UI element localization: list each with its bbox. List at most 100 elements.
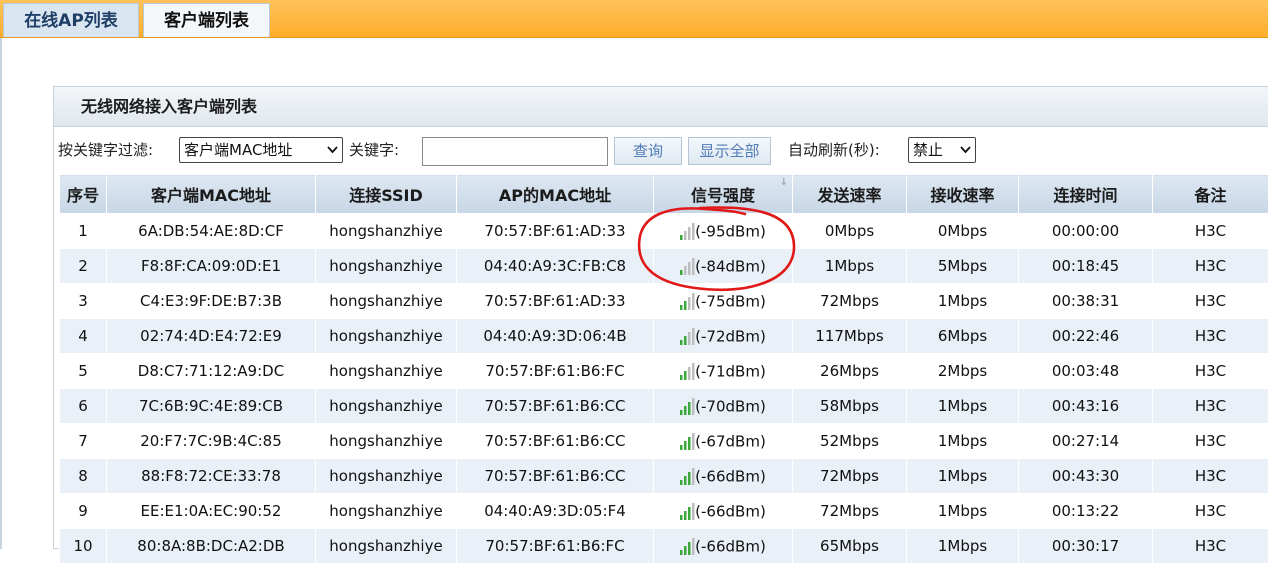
cell-ssid: hongshanzhiye xyxy=(316,354,457,389)
col-header-rx-rate[interactable]: 接收速率 xyxy=(907,175,1019,214)
cell-signal: (-66dBm) xyxy=(654,529,793,564)
cell-signal: (-67dBm) xyxy=(654,424,793,459)
cell-note: H3C xyxy=(1153,389,1268,424)
cell-note: H3C xyxy=(1153,354,1268,389)
tab-bar: 在线AP列表 客户端列表 xyxy=(0,0,1268,38)
cell-tx-rate: 65Mbps xyxy=(793,529,907,564)
cell-no: 10 xyxy=(60,529,107,564)
table-row[interactable]: 3C4:E3:9F:DE:B7:3Bhongshanzhiye70:57:BF:… xyxy=(60,284,1268,319)
col-header-ssid[interactable]: 连接SSID xyxy=(316,175,457,214)
col-header-ap-mac[interactable]: AP的MAC地址 xyxy=(457,175,654,214)
cell-ap-mac: 70:57:BF:61:B6:CC xyxy=(457,389,654,424)
col-header-client-mac[interactable]: 客户端MAC地址 xyxy=(107,175,316,214)
cell-no: 6 xyxy=(60,389,107,424)
cell-connect-time: 00:03:48 xyxy=(1019,354,1153,389)
auto-refresh-select[interactable]: 禁止 xyxy=(908,137,976,163)
cell-ssid: hongshanzhiye xyxy=(316,319,457,354)
cell-connect-time: 00:22:46 xyxy=(1019,319,1153,354)
cell-ssid: hongshanzhiye xyxy=(316,214,457,249)
cell-connect-time: 00:18:45 xyxy=(1019,249,1153,284)
keyword-label: 关键字: xyxy=(349,139,399,160)
col-header-signal[interactable]: 信号强度 ↓ xyxy=(654,175,793,214)
sort-arrow-icon[interactable]: ↓ xyxy=(780,177,788,188)
cell-signal: (-75dBm) xyxy=(654,284,793,319)
cell-client-mac: 80:8A:8B:DC:A2:DB xyxy=(107,529,316,564)
cell-ssid: hongshanzhiye xyxy=(316,284,457,319)
cell-client-mac: D8:C7:71:12:A9:DC xyxy=(107,354,316,389)
auto-refresh-label: 自动刷新(秒): xyxy=(788,139,880,160)
cell-tx-rate: 72Mbps xyxy=(793,284,907,319)
cell-rx-rate: 2Mbps xyxy=(907,354,1019,389)
cell-rx-rate: 1Mbps xyxy=(907,494,1019,529)
cell-tx-rate: 72Mbps xyxy=(793,459,907,494)
cell-rx-rate: 1Mbps xyxy=(907,529,1019,564)
cell-no: 5 xyxy=(60,354,107,389)
filter-label: 按关键字过滤: xyxy=(58,139,153,160)
col-header-connect-time[interactable]: 连接时间 xyxy=(1019,175,1153,214)
cell-signal: (-66dBm) xyxy=(654,459,793,494)
table-row[interactable]: 888:F8:72:CE:33:78hongshanzhiye70:57:BF:… xyxy=(60,459,1268,494)
cell-no: 2 xyxy=(60,249,107,284)
cell-rx-rate: 1Mbps xyxy=(907,424,1019,459)
signal-strength-icon xyxy=(680,292,695,310)
cell-note: H3C xyxy=(1153,214,1268,249)
cell-signal: (-95dBm) xyxy=(654,214,793,249)
col-header-tx-rate[interactable]: 发送速率 xyxy=(793,175,907,214)
cell-signal: (-70dBm) xyxy=(654,389,793,424)
cell-no: 3 xyxy=(60,284,107,319)
cell-tx-rate: 1Mbps xyxy=(793,249,907,284)
cell-note: H3C xyxy=(1153,459,1268,494)
table-row[interactable]: 720:F7:7C:9B:4C:85hongshanzhiye70:57:BF:… xyxy=(60,424,1268,459)
signal-value: (-71dBm) xyxy=(695,362,766,380)
cell-client-mac: EE:E1:0A:EC:90:52 xyxy=(107,494,316,529)
cell-no: 7 xyxy=(60,424,107,459)
signal-strength-icon xyxy=(680,362,695,380)
cell-ssid: hongshanzhiye xyxy=(316,459,457,494)
col-header-no[interactable]: 序号 xyxy=(60,175,107,214)
cell-client-mac: 20:F7:7C:9B:4C:85 xyxy=(107,424,316,459)
cell-no: 9 xyxy=(60,494,107,529)
cell-ap-mac: 04:40:A9:3D:06:4B xyxy=(457,319,654,354)
tab-client-list[interactable]: 客户端列表 xyxy=(143,3,270,37)
cell-connect-time: 00:27:14 xyxy=(1019,424,1153,459)
query-button[interactable]: 查询 xyxy=(614,137,682,165)
signal-strength-icon xyxy=(680,327,695,345)
table-row[interactable]: 2F8:8F:CA:09:0D:E1hongshanzhiye04:40:A9:… xyxy=(60,249,1268,284)
chevron-down-icon xyxy=(960,138,971,170)
table-row[interactable]: 402:74:4D:E4:72:E9hongshanzhiye04:40:A9:… xyxy=(60,319,1268,354)
signal-value: (-84dBm) xyxy=(695,257,766,275)
table-row[interactable]: 5D8:C7:71:12:A9:DChongshanzhiye70:57:BF:… xyxy=(60,354,1268,389)
cell-client-mac: F8:8F:CA:09:0D:E1 xyxy=(107,249,316,284)
tab-online-ap-list[interactable]: 在线AP列表 xyxy=(3,3,139,37)
keyword-input[interactable] xyxy=(422,137,608,166)
client-list-panel: 无线网络接入客户端列表 按关键字过滤: 客户端MAC地址 关键字: 查询 显示全… xyxy=(53,86,1268,549)
signal-value: (-67dBm) xyxy=(695,432,766,450)
table-row[interactable]: 67C:6B:9C:4E:89:CBhongshanzhiye70:57:BF:… xyxy=(60,389,1268,424)
col-header-note[interactable]: 备注 xyxy=(1153,175,1268,214)
signal-value: (-72dBm) xyxy=(695,327,766,345)
cell-no: 1 xyxy=(60,214,107,249)
table-header-row: 序号 客户端MAC地址 连接SSID AP的MAC地址 信号强度 ↓ 发送速率 … xyxy=(60,175,1268,214)
cell-note: H3C xyxy=(1153,424,1268,459)
cell-ssid: hongshanzhiye xyxy=(316,424,457,459)
cell-ap-mac: 70:57:BF:61:B6:FC xyxy=(457,529,654,564)
filter-field-select[interactable]: 客户端MAC地址 xyxy=(179,137,343,163)
cell-connect-time: 00:00:00 xyxy=(1019,214,1153,249)
table-row[interactable]: 1080:8A:8B:DC:A2:DBhongshanzhiye70:57:BF… xyxy=(60,529,1268,564)
cell-client-mac: 6A:DB:54:AE:8D:CF xyxy=(107,214,316,249)
cell-rx-rate: 0Mbps xyxy=(907,214,1019,249)
show-all-button[interactable]: 显示全部 xyxy=(688,137,771,165)
signal-strength-icon xyxy=(680,537,695,555)
signal-value: (-66dBm) xyxy=(695,502,766,520)
cell-connect-time: 00:13:22 xyxy=(1019,494,1153,529)
cell-tx-rate: 0Mbps xyxy=(793,214,907,249)
cell-ssid: hongshanzhiye xyxy=(316,389,457,424)
cell-rx-rate: 5Mbps xyxy=(907,249,1019,284)
cell-signal: (-84dBm) xyxy=(654,249,793,284)
cell-ap-mac: 70:57:BF:61:AD:33 xyxy=(457,214,654,249)
cell-note: H3C xyxy=(1153,249,1268,284)
table-row[interactable]: 16A:DB:54:AE:8D:CFhongshanzhiye70:57:BF:… xyxy=(60,214,1268,249)
col-header-signal-label: 信号强度 xyxy=(691,186,755,205)
cell-ssid: hongshanzhiye xyxy=(316,249,457,284)
table-row[interactable]: 9EE:E1:0A:EC:90:52hongshanzhiye04:40:A9:… xyxy=(60,494,1268,529)
